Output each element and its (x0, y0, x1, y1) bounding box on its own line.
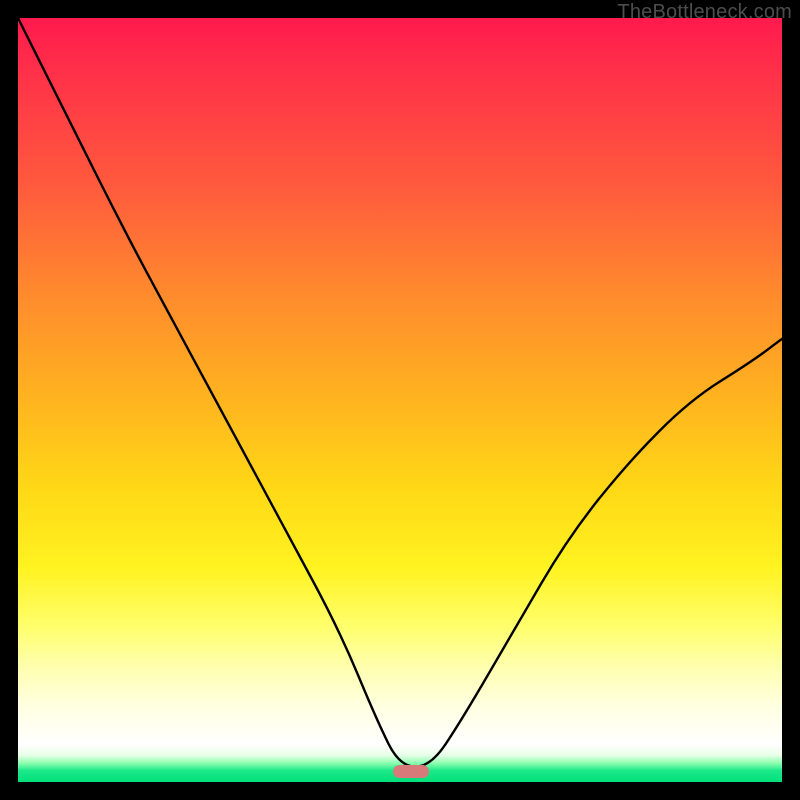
optimal-point-marker (393, 765, 429, 778)
chart-plot-area (18, 18, 782, 782)
bottleneck-curve (18, 18, 782, 782)
chart-frame: TheBottleneck.com (0, 0, 800, 800)
